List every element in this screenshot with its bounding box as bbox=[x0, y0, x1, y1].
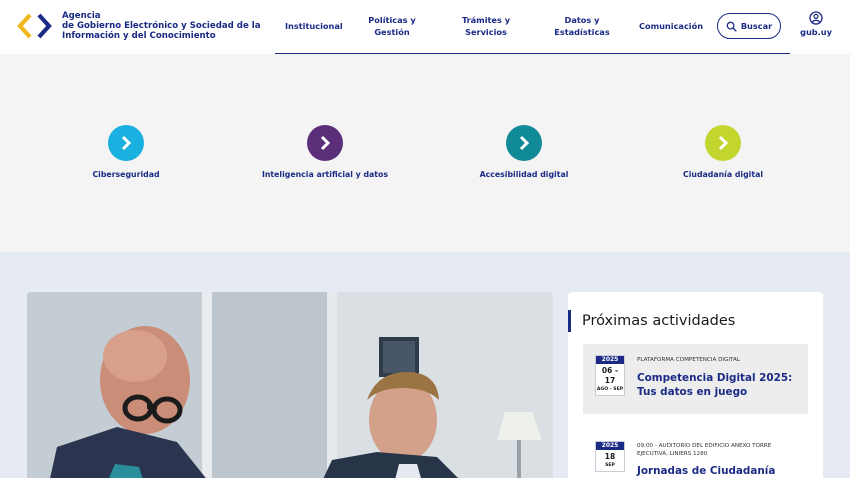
activity-title-link[interactable]: Jornadas de Ciudadanía Digital 2025: aco… bbox=[637, 464, 802, 478]
topic-label: Accesibilidad digital bbox=[479, 170, 569, 179]
chevron-right-icon bbox=[121, 135, 132, 151]
panel-title: Próximas actividades bbox=[568, 310, 735, 332]
date-month: AGO - SEP bbox=[596, 387, 624, 392]
topic-ciudadania[interactable]: Ciudadanía digital bbox=[633, 125, 813, 179]
nav-label-line-2: Gestión bbox=[374, 27, 410, 37]
nav-item-politicas[interactable]: Políticas y Gestión bbox=[357, 14, 427, 38]
activity-location: PLATAFORMA COMPETENCIA DIGITAL bbox=[637, 357, 740, 363]
nav-label: Políticas y bbox=[368, 15, 416, 25]
nav-label: Trámites y bbox=[461, 15, 511, 25]
topic-accesibilidad[interactable]: Accesibilidad digital bbox=[434, 125, 614, 179]
date-badge: 2025 06 - 17 AGO - SEP bbox=[595, 355, 625, 396]
topic-label: Ciudadanía digital bbox=[683, 170, 763, 179]
gub-uy-label: gub.uy bbox=[800, 27, 832, 37]
date-month: SEP bbox=[605, 463, 615, 468]
date-days: 18 bbox=[604, 452, 616, 461]
activity-item[interactable]: 2025 06 - 17 AGO - SEP PLATAFORMA COMPET… bbox=[583, 344, 808, 414]
chevron-right-icon bbox=[718, 135, 729, 151]
main-nav: Institucional Políticas y Gestión Trámit… bbox=[275, 0, 790, 54]
nav-item-comunicacion[interactable]: Comunicación bbox=[635, 20, 707, 32]
search-button[interactable]: Buscar bbox=[717, 13, 781, 39]
date-badge: 2025 18 SEP bbox=[595, 441, 625, 472]
nav-label-line-2: Estadísticas bbox=[554, 27, 610, 37]
date-year: 2025 bbox=[596, 356, 624, 364]
featured-news-photo[interactable] bbox=[27, 292, 553, 478]
nav-label: Comunicación bbox=[638, 21, 704, 31]
topic-circle bbox=[506, 125, 542, 161]
nav-item-datos[interactable]: Datos y Estadísticas bbox=[547, 14, 617, 38]
activity-location: 09:00 - AUDITORIO DEL EDIFICIO ANEXO TOR… bbox=[637, 443, 772, 457]
agency-name[interactable]: Agencia de Gobierno Electrónico y Socied… bbox=[62, 11, 277, 41]
gub-uy-link[interactable]: gub.uy bbox=[800, 11, 832, 37]
site-header: Agencia de Gobierno Electrónico y Socied… bbox=[0, 0, 850, 54]
nav-label: Institucional bbox=[285, 21, 343, 31]
topic-circle bbox=[705, 125, 741, 161]
topic-ciberseguridad[interactable]: Ciberseguridad bbox=[36, 125, 216, 179]
agency-name-line-2: de Gobierno Electrónico y Sociedad de la bbox=[62, 21, 261, 31]
search-icon bbox=[726, 21, 737, 32]
news-photo-image bbox=[27, 292, 553, 478]
date-days: 06 - 17 bbox=[601, 366, 619, 385]
agency-name-line-1: Agencia bbox=[62, 11, 101, 21]
date-year: 2025 bbox=[596, 442, 624, 450]
nav-label-line-2: Servicios bbox=[465, 27, 507, 37]
topic-circle bbox=[307, 125, 343, 161]
chevron-right-icon bbox=[519, 135, 530, 151]
nav-label: Datos y bbox=[564, 15, 600, 25]
chevron-right-icon bbox=[320, 135, 331, 151]
nav-item-institucional[interactable]: Institucional bbox=[285, 20, 343, 32]
activity-title-link[interactable]: Competencia Digital 2025: Tus datos en j… bbox=[637, 371, 802, 399]
topic-inteligencia-artificial[interactable]: Inteligencia artificial y datos bbox=[235, 125, 415, 179]
topics-section: Ciberseguridad Inteligencia artificial y… bbox=[0, 54, 850, 252]
news-section: Próximas actividades 2025 06 - 17 AGO - … bbox=[0, 252, 850, 478]
agesic-logo-icon[interactable] bbox=[16, 12, 54, 40]
activity-item[interactable]: 2025 18 SEP 09:00 - AUDITORIO DEL EDIFIC… bbox=[583, 430, 808, 478]
upcoming-activities-panel: Próximas actividades 2025 06 - 17 AGO - … bbox=[568, 292, 823, 478]
topic-label: Inteligencia artificial y datos bbox=[261, 170, 389, 179]
topic-circle bbox=[108, 125, 144, 161]
agency-name-line-3: Información y del Conocimiento bbox=[62, 31, 216, 41]
user-icon bbox=[809, 11, 823, 25]
search-button-label: Buscar bbox=[740, 21, 773, 31]
nav-item-tramites[interactable]: Trámites y Servicios bbox=[451, 14, 521, 38]
topic-label: Ciberseguridad bbox=[92, 170, 160, 179]
